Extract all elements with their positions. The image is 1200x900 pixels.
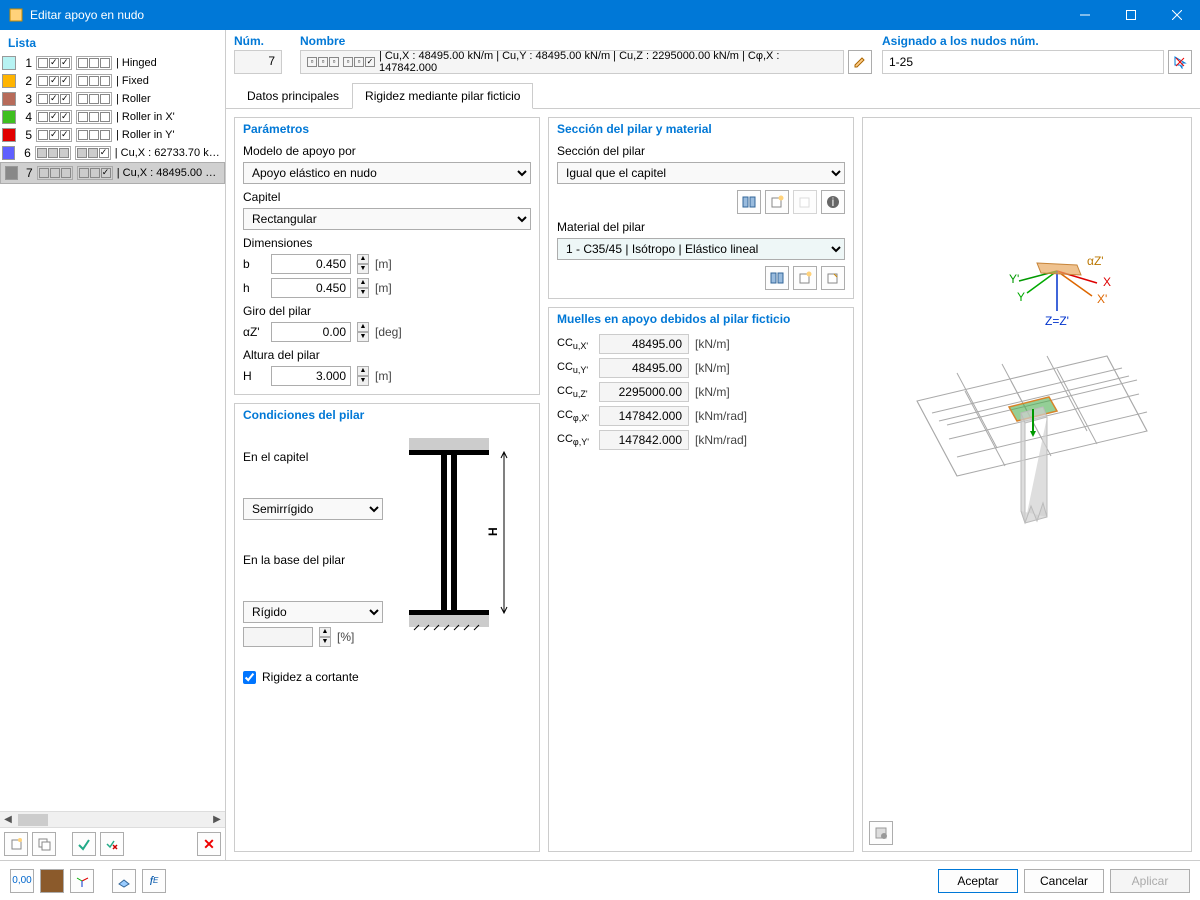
name-field: ▫▫▫ ▫▫✓ | Cu,X : 48495.00 kN/m | Cu,Y : … xyxy=(300,50,844,74)
svg-text:H: H xyxy=(486,527,500,536)
svg-text:Y': Y' xyxy=(1009,272,1019,286)
parameters-group: Parámetros Modelo de apoyo por Apoyo elá… xyxy=(234,117,540,395)
spring-row: CCφ,X'147842.000[kNm/rad] xyxy=(557,406,845,426)
tab-stiffness[interactable]: Rigidez mediante pilar ficticio xyxy=(352,83,533,109)
material-library-icon[interactable] xyxy=(765,266,789,290)
svg-text:X: X xyxy=(1103,275,1111,289)
list-item[interactable]: 6| Cu,X : 62733.70 kN/m xyxy=(0,144,225,162)
cancel-button[interactable]: Cancelar xyxy=(1024,869,1104,893)
function-button[interactable]: fE xyxy=(142,869,166,893)
preview-3d: X X' Y' Y Z=Z' αZ' xyxy=(862,117,1192,852)
list-header: Lista xyxy=(0,30,225,54)
titlebar: Editar apoyo en nudo xyxy=(0,0,1200,30)
svg-text:Y: Y xyxy=(1017,290,1025,304)
spring-row: CCφ,Y'147842.000[kNm/rad] xyxy=(557,430,845,450)
check-green-button[interactable] xyxy=(72,832,96,856)
svg-text:Z=Z': Z=Z' xyxy=(1045,314,1069,328)
info-icon[interactable]: i xyxy=(821,190,845,214)
capitel-select[interactable]: Rectangular xyxy=(243,208,531,230)
edit-name-button[interactable] xyxy=(848,50,872,74)
window-title: Editar apoyo en nudo xyxy=(30,8,1062,22)
assigned-label: Asignado a los nudos núm. xyxy=(882,34,1192,48)
height-spinner[interactable]: ▲▼ xyxy=(357,366,369,386)
pick-nodes-button[interactable] xyxy=(1168,50,1192,74)
spring-row: CCu,Z'2295000.00[kN/m] xyxy=(557,382,845,402)
support-model-select[interactable]: Apoyo elástico en nudo xyxy=(243,162,531,184)
edit-material-icon[interactable] xyxy=(821,266,845,290)
column-section-select[interactable]: Igual que el capitel xyxy=(557,162,845,184)
list-item[interactable]: 1| Hinged xyxy=(0,54,225,72)
column-conditions-group: Condiciones del pilar En el capitel Semi… xyxy=(234,403,540,852)
column-material-select[interactable]: 1 - C35/45 | Isótropo | Elástico lineal xyxy=(557,238,845,260)
shear-stiffness-checkbox[interactable] xyxy=(243,671,256,684)
check-uncheck-button[interactable] xyxy=(100,832,124,856)
svg-text:i: i xyxy=(832,195,835,209)
horizontal-scrollbar[interactable]: ◀▶ xyxy=(0,811,225,827)
left-panel: Lista 1| Hinged2| Fixed3| Roller4| Rolle… xyxy=(0,30,226,860)
angle-spinner[interactable]: ▲▼ xyxy=(357,322,369,342)
list-item[interactable]: 7| Cu,X : 48495.00 kN/m xyxy=(0,162,225,184)
color-button[interactable] xyxy=(40,869,64,893)
new-material-icon[interactable] xyxy=(793,266,817,290)
app-icon xyxy=(8,7,24,23)
model-view-button[interactable] xyxy=(112,869,136,893)
list-item[interactable]: 3| Roller xyxy=(0,90,225,108)
maximize-button[interactable] xyxy=(1108,0,1154,30)
assigned-nodes-input[interactable] xyxy=(882,50,1164,74)
ok-button[interactable]: Aceptar xyxy=(938,869,1018,893)
new-item-button[interactable] xyxy=(4,832,28,856)
list-item[interactable]: 2| Fixed xyxy=(0,72,225,90)
springs-group: Muelles en apoyo debidos al pilar fictic… xyxy=(548,307,854,852)
copy-item-button[interactable] xyxy=(32,832,56,856)
num-label: Núm. xyxy=(234,34,290,48)
new-section-icon[interactable] xyxy=(765,190,789,214)
dim-h-input[interactable] xyxy=(271,278,351,298)
edit-section-icon[interactable] xyxy=(793,190,817,214)
svg-text:X': X' xyxy=(1097,292,1107,306)
height-input[interactable] xyxy=(271,366,351,386)
base-condition-select[interactable]: Rígido xyxy=(243,601,383,623)
pct-input xyxy=(243,627,313,647)
library-icon[interactable] xyxy=(737,190,761,214)
apply-button: Aplicar xyxy=(1110,869,1190,893)
list-item[interactable]: 5| Roller in Y' xyxy=(0,126,225,144)
section-material-group: Sección del pilar y material Sección del… xyxy=(548,117,854,299)
spring-row: CCu,Y'48495.00[kN/m] xyxy=(557,358,845,378)
column-diagram: H xyxy=(399,430,531,660)
minimize-button[interactable] xyxy=(1062,0,1108,30)
svg-text:αZ': αZ' xyxy=(1087,254,1104,268)
units-button[interactable]: 0,00 xyxy=(10,869,34,893)
preview-diagram: X X' Y' Y Z=Z' αZ' xyxy=(887,211,1167,611)
capitel-condition-select[interactable]: Semirrígido xyxy=(243,498,383,520)
tab-main-data[interactable]: Datos principales xyxy=(234,83,352,109)
spring-row: CCu,X'48495.00[kN/m] xyxy=(557,334,845,354)
num-field: 7 xyxy=(234,50,282,74)
dim-h-spinner[interactable]: ▲▼ xyxy=(357,278,369,298)
support-list[interactable]: 1| Hinged2| Fixed3| Roller4| Roller in X… xyxy=(0,54,225,811)
angle-input[interactable] xyxy=(271,322,351,342)
name-label: Nombre xyxy=(300,34,872,48)
pct-spinner: ▲▼ xyxy=(319,627,331,647)
axis-button[interactable] xyxy=(70,869,94,893)
close-button[interactable] xyxy=(1154,0,1200,30)
delete-button[interactable]: ✕ xyxy=(197,832,221,856)
preview-settings-button[interactable] xyxy=(869,821,893,845)
dim-b-input[interactable] xyxy=(271,254,351,274)
list-item[interactable]: 4| Roller in X' xyxy=(0,108,225,126)
dim-b-spinner[interactable]: ▲▼ xyxy=(357,254,369,274)
